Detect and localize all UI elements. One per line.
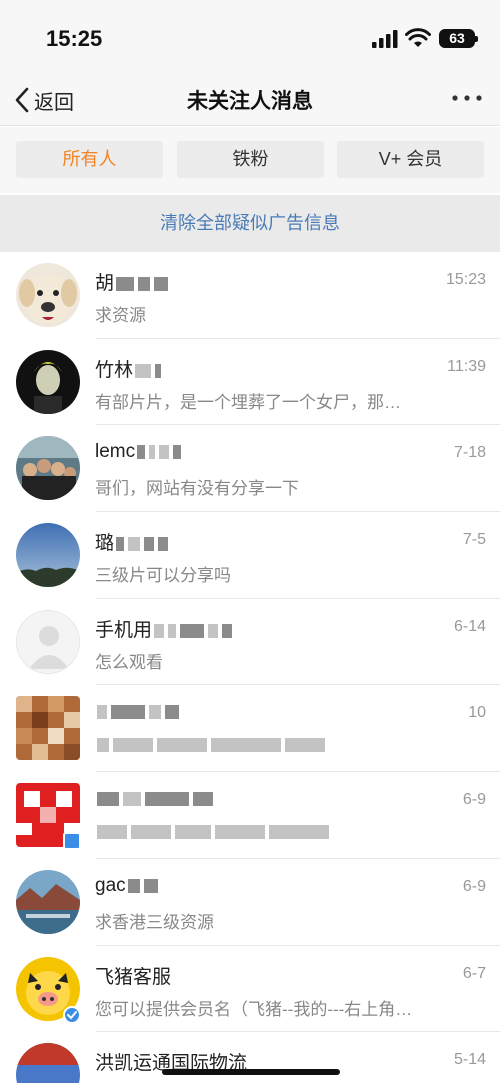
verified-badge-icon [63,1005,81,1024]
verified-badge-icon [63,832,81,851]
avatar [16,436,80,501]
avatar [16,1043,80,1083]
message-preview: 求资源 [95,306,146,325]
message-preview [95,734,447,754]
contact-name: gac [95,875,160,897]
message-preview: 怎么观看 [95,652,163,672]
conversation-row[interactable]: 手机用 怎么观看 6-14 [0,598,500,686]
avatar [16,523,80,588]
avatar [16,869,80,934]
conversation-row[interactable]: 6-9 [0,772,500,859]
conversation-row[interactable]: lemc 哥们，网站有没有分享一下 7-18 [0,425,500,513]
conversation-row[interactable]: 璐 三级片可以分享吗 7-5 [0,512,500,599]
message-time: 6-9 [462,877,486,895]
message-time: 15:23 [445,271,486,288]
contact-name: 飞猪客服 [95,966,172,988]
contact-name: lemc [95,441,183,463]
message-time: 6-14 [453,617,486,635]
home-indicator[interactable] [162,1069,340,1075]
contact-name: 竹林 [95,355,163,382]
message-preview: 有部片片，是一个埋葬了一个女尸，那… [95,392,401,412]
message-time: 5-14 [453,1051,486,1069]
message-preview: 您可以提供会员名（飞猪--我的---右上角… [95,999,413,1019]
message-time: 6-9 [462,791,486,809]
contact-name: 璐 [95,528,170,555]
conversation-row[interactable]: 竹林 有部片片，是一个埋葬了一个女尸，那… 11:39 [0,338,500,426]
tab-all[interactable]: 所有人 [16,141,163,178]
message-time: 6-7 [462,964,486,982]
message-preview: 求香港三级资源 [95,912,214,932]
message-preview [95,821,447,841]
cellular-signal-icon [372,30,398,48]
message-preview: 三级片可以分享吗 [95,566,231,586]
nav-bar: 返回 未关注人消息 [0,76,500,126]
page-title: 未关注人消息 [187,90,313,113]
contact-name: 手机用 [95,615,234,642]
filter-tabs: 所有人 铁粉 V+ 会员 [0,127,500,193]
battery-icon: 63 [439,29,478,48]
message-time: 7-18 [453,444,486,462]
contact-name [95,701,181,723]
status-bar: 15:25 63 [0,0,500,76]
conversation-row[interactable]: 胡 求资源 15:23 [0,252,500,339]
message-time: 7-5 [462,531,486,549]
clear-ads-button[interactable]: 清除全部疑似广告信息 [0,195,500,252]
tab-vplus-members[interactable]: V+ 会员 [337,141,484,178]
conversation-row[interactable]: 洪凯运通国际物流 5-14 [0,1032,500,1083]
chevron-left-icon [15,87,29,113]
conversation-row[interactable]: 10 [0,685,500,773]
contact-name [95,788,215,810]
contact-name: 胡 [95,268,170,295]
back-label: 返回 [34,91,74,114]
avatar [16,696,80,761]
more-options-button[interactable] [450,86,484,110]
tab-iron-fans[interactable]: 铁粉 [177,141,324,178]
message-time: 11:39 [447,357,486,375]
avatar [16,349,80,414]
conversation-row[interactable]: 飞猪客服 您可以提供会员名（飞猪--我的---右上角… 6-7 [0,945,500,1033]
back-button[interactable]: 返回 [14,82,74,118]
default-avatar [16,609,80,674]
wifi-icon [405,28,431,47]
conversation-list: 胡 求资源 15:23 竹林 有部片片，是一个埋葬了一个女尸，那… 11:39 [0,252,500,1083]
avatar [16,263,80,327]
message-time: 10 [468,704,486,722]
conversation-row[interactable]: gac 求香港三级资源 6-9 [0,858,500,946]
message-preview: 哥们，网站有没有分享一下 [95,479,299,499]
status-time: 15:25 [46,26,103,51]
